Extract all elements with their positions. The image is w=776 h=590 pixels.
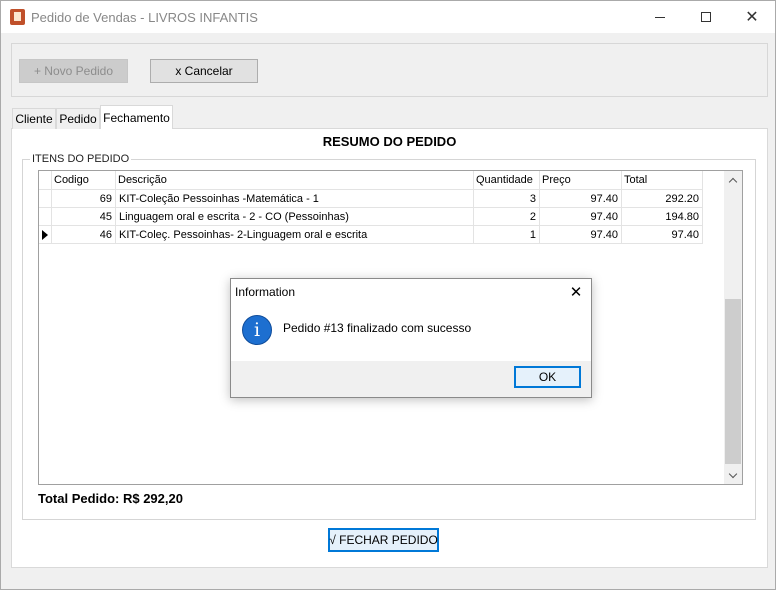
scroll-up-button[interactable] (724, 171, 742, 189)
cell-codigo[interactable]: 69 (52, 190, 116, 208)
summary-title: RESUMO DO PEDIDO (322, 134, 457, 149)
row-indicator (39, 190, 52, 208)
column-header-descricao[interactable]: Descrição (116, 171, 474, 190)
close-icon: ✕ (569, 284, 583, 301)
chevron-down-icon (728, 469, 738, 478)
cell-descricao[interactable]: Linguagem oral e escrita - 2 - CO (Pesso… (116, 208, 474, 226)
main-window: Pedido de Vendas - LIVROS INFANTIS ✕ + N… (0, 0, 776, 590)
cell-preco[interactable]: 97.40 (540, 208, 622, 226)
cell-codigo[interactable]: 45 (52, 208, 116, 226)
cell-total[interactable]: 292.20 (622, 190, 703, 208)
dialog-close-button[interactable]: ✕ (564, 281, 588, 303)
finish-order-button[interactable]: √ FECHAR PEDIDO (328, 528, 439, 552)
title-bar: Pedido de Vendas - LIVROS INFANTIS ✕ (1, 1, 775, 33)
column-header-quantidade[interactable]: Quantidade (474, 171, 540, 190)
cell-preco[interactable]: 97.40 (540, 190, 622, 208)
order-total-label: Total Pedido: R$ 292,20 (38, 491, 183, 506)
grid-corner-header (39, 171, 52, 190)
maximize-icon (701, 12, 711, 22)
minimize-button[interactable] (637, 1, 683, 33)
cell-preco[interactable]: 97.40 (540, 226, 622, 244)
maximize-button[interactable] (683, 1, 729, 33)
scroll-thumb[interactable] (725, 299, 741, 464)
column-header-codigo[interactable]: Codigo (52, 171, 116, 190)
close-button[interactable]: ✕ (729, 1, 775, 33)
row-indicator (39, 226, 52, 244)
tab-pedido[interactable]: Pedido (56, 108, 100, 129)
column-header-total[interactable]: Total (622, 171, 703, 190)
cell-total[interactable]: 97.40 (622, 226, 703, 244)
cell-codigo[interactable]: 46 (52, 226, 116, 244)
vertical-scrollbar[interactable] (724, 171, 742, 484)
minimize-icon (655, 16, 665, 18)
tab-cliente[interactable]: Cliente (12, 108, 56, 129)
items-group-label: ITENS DO PEDIDO (30, 153, 132, 165)
cell-descricao[interactable]: KIT-Coleç. Pessoinhas- 2-Linguagem oral … (116, 226, 474, 244)
row-indicator (39, 208, 52, 226)
cell-descricao[interactable]: KIT-Coleção Pessoinhas -Matemática - 1 (116, 190, 474, 208)
new-order-button[interactable]: + Novo Pedido (19, 59, 128, 83)
finish-order-label: √ FECHAR PEDIDO (329, 533, 438, 547)
ok-button[interactable]: OK (514, 366, 581, 388)
cell-quantidade[interactable]: 2 (474, 208, 540, 226)
cancel-button[interactable]: x Cancelar (150, 59, 258, 83)
scroll-down-button[interactable] (724, 466, 742, 484)
close-icon: ✕ (745, 9, 759, 26)
chevron-up-icon (728, 177, 738, 186)
information-dialog: Information ✕ i Pedido #13 finalizado co… (230, 278, 592, 398)
window-title: Pedido de Vendas - LIVROS INFANTIS (31, 10, 258, 25)
cell-quantidade[interactable]: 3 (474, 190, 540, 208)
info-icon: i (242, 315, 272, 345)
cell-quantidade[interactable]: 1 (474, 226, 540, 244)
dialog-message: Pedido #13 finalizado com sucesso (283, 321, 472, 335)
dialog-title: Information (235, 285, 296, 299)
cell-total[interactable]: 194.80 (622, 208, 703, 226)
app-icon (10, 9, 25, 25)
tab-fechamento[interactable]: Fechamento (100, 105, 173, 129)
dialog-title-bar: Information ✕ (231, 279, 591, 305)
current-row-pointer-icon (42, 230, 48, 240)
dialog-body: i Pedido #13 finalizado com sucesso (231, 305, 591, 361)
column-header-preco[interactable]: Preço (540, 171, 622, 190)
